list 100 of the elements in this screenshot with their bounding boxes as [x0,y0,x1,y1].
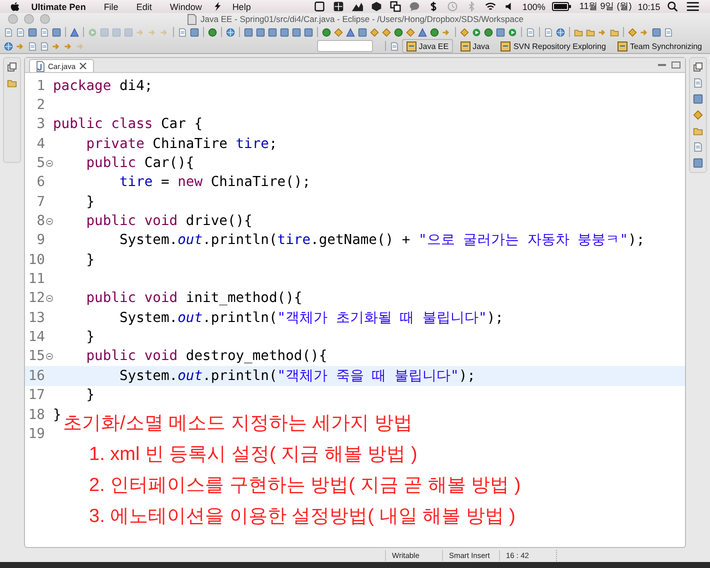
fold-marker-icon[interactable] [46,218,52,225]
circle-icon[interactable] [394,28,403,36]
circle-icon[interactable] [430,28,439,36]
arrow-icon[interactable] [16,42,25,50]
line-number: 13 [28,310,45,326]
maximize-icon[interactable] [671,61,681,69]
perspective-button[interactable]: Java EE [402,39,453,53]
code-line: public void init_method(){ [85,290,302,306]
square-icon[interactable] [52,28,61,36]
triangle-icon[interactable] [70,28,79,36]
square-outline-icon[interactable] [314,1,326,12]
menu-item[interactable]: File [94,2,128,12]
arrow-icon[interactable] [640,28,649,36]
square-icon[interactable] [652,28,661,36]
diamond-icon[interactable] [334,28,343,36]
page-icon[interactable] [544,28,553,36]
line-number: 17 [28,387,45,404]
diamond-icon[interactable] [406,28,415,36]
search-icon[interactable] [667,1,678,12]
diamond-icon[interactable] [460,28,469,36]
circle-icon[interactable] [322,28,331,36]
open-perspective-icon[interactable] [390,42,399,50]
globe-icon[interactable] [4,42,13,50]
square-icon[interactable] [496,28,505,36]
code-line: System.out.println("객체가 초기화될 때 불립니다"); [118,308,504,327]
fold-marker-icon[interactable] [46,294,52,302]
page-icon[interactable] [693,78,703,88]
battery-icon[interactable] [552,1,572,12]
square-icon[interactable] [28,28,37,36]
fold-marker-icon[interactable] [46,160,52,167]
square-icon[interactable] [693,158,703,168]
arrow-icon[interactable] [598,28,607,36]
folder-icon[interactable] [610,28,619,36]
square-icon[interactable] [280,28,289,36]
menu-item[interactable]: Help [223,2,260,12]
speech-bubble-icon[interactable] [409,1,420,12]
diamond-icon[interactable] [693,110,703,120]
page-icon[interactable] [16,28,25,36]
fold-marker-icon[interactable] [46,352,52,360]
zoom-button[interactable] [40,14,50,24]
annotation-item: 2. 인터페이스를 구현하는 방법( 지금 곧 해볼 방법 ) [89,474,521,498]
grid-icon[interactable] [333,1,344,12]
page-icon[interactable] [28,42,37,50]
menu-item[interactable]: Edit [127,2,161,12]
triangle-icon[interactable] [346,28,355,36]
page-icon[interactable] [40,28,49,36]
code-line: package di4; [53,78,153,94]
square-icon[interactable] [268,28,277,36]
diamond-icon[interactable] [628,28,637,36]
circle-icon[interactable] [208,28,217,36]
globe-icon[interactable] [556,28,565,36]
square-icon[interactable] [358,28,367,36]
triangle-icon[interactable] [418,28,427,36]
play-icon[interactable] [508,28,517,36]
page-icon[interactable] [178,28,187,36]
minimize-icon[interactable] [657,61,667,69]
code-line: public void destroy_method(){ [85,348,328,364]
input-field[interactable] [316,40,373,52]
circle-icon[interactable] [484,28,493,36]
minimize-button[interactable] [24,14,34,24]
page-icon[interactable] [693,142,703,152]
restore-icon[interactable] [693,62,703,72]
apple-icon[interactable] [10,1,20,12]
square-icon[interactable] [292,28,301,36]
page-icon[interactable] [40,42,49,50]
page-icon[interactable] [4,28,13,36]
arrow-icon[interactable] [64,42,73,50]
line-number: 4 [36,136,45,152]
restore-icon[interactable] [7,62,17,72]
script-menu-icon[interactable] [212,1,222,12]
wifi-icon[interactable] [485,1,496,12]
menu-bar-date[interactable]: 11월 9일 (월) [576,0,635,13]
play-icon[interactable] [472,28,481,36]
list-icon[interactable] [686,1,700,12]
menu-bar-clock[interactable]: 10:15 [634,2,664,12]
code-line: } [85,252,95,268]
folder-icon[interactable] [7,78,17,88]
menu-item[interactable]: Window [160,2,211,12]
square-icon[interactable] [693,94,703,104]
line-number: 16 [28,368,45,384]
line-number: 3 [36,116,45,132]
close-icon[interactable] [78,62,87,70]
perspective-button[interactable]: SVN Repository Exploring [496,39,610,53]
perspective-button[interactable]: Team Synchronizing [612,39,706,53]
perspective-button[interactable]: Java [456,39,494,53]
square-icon[interactable] [244,28,253,36]
square-icon[interactable] [304,28,313,36]
square-icon[interactable] [190,28,199,36]
square-icon[interactable] [256,28,265,36]
arrow-icon[interactable] [52,42,61,50]
arrow-icon[interactable] [442,28,451,36]
folder-icon[interactable] [693,126,703,136]
page-icon[interactable] [664,28,673,36]
line-number: 12 [28,290,45,306]
windows-icon[interactable] [390,1,402,12]
document-icon [186,14,196,24]
app-menu[interactable]: Ultimate Pen [21,2,95,12]
globe-icon[interactable] [226,28,235,36]
clock-icon[interactable] [447,1,458,12]
page-icon[interactable] [526,28,535,36]
